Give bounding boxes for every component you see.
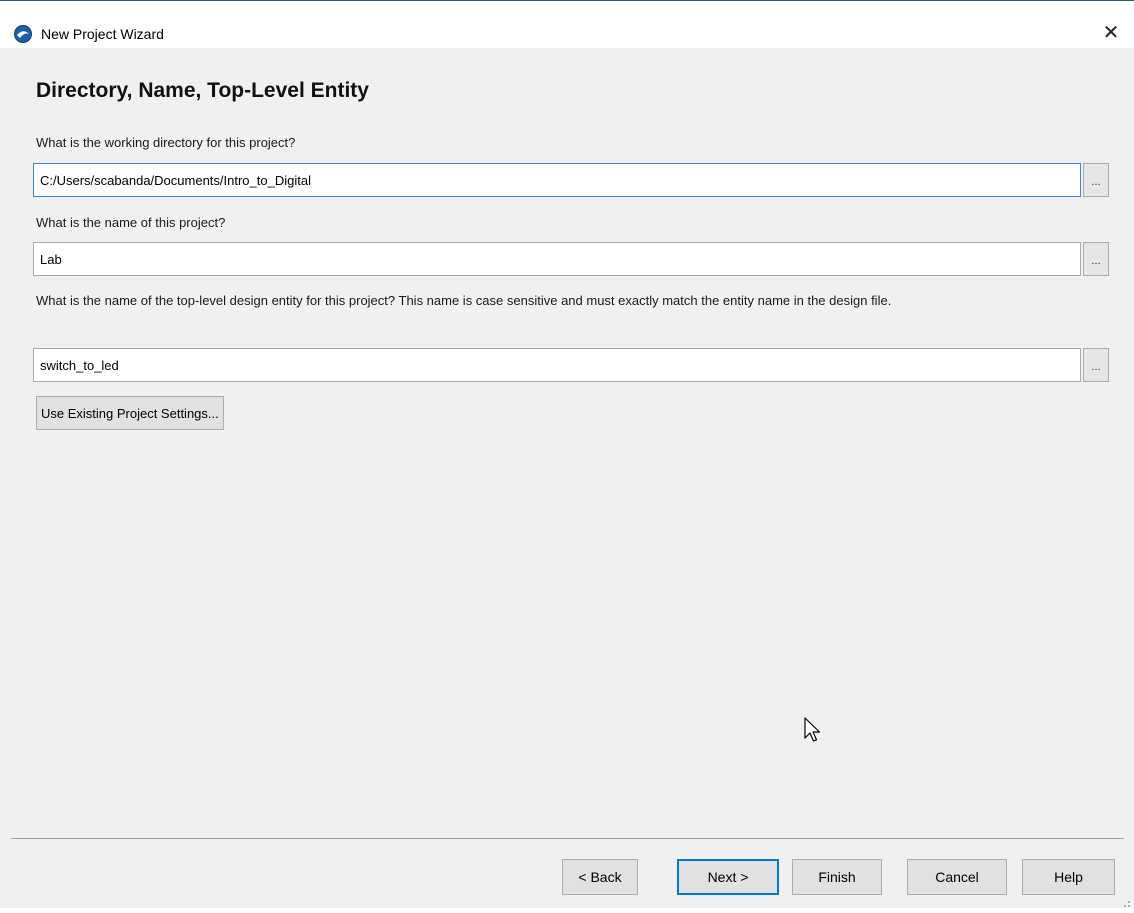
title-bar: New Project Wizard ✕ bbox=[0, 1, 1134, 48]
mouse-cursor-icon bbox=[804, 717, 822, 745]
close-button[interactable]: ✕ bbox=[1088, 15, 1134, 49]
close-icon: ✕ bbox=[1102, 21, 1120, 44]
top-level-entity-input[interactable] bbox=[33, 348, 1081, 382]
back-button[interactable]: < Back bbox=[562, 859, 638, 895]
project-name-browse-button[interactable]: ... bbox=[1083, 242, 1109, 276]
resize-grip-icon[interactable] bbox=[1121, 895, 1131, 907]
project-name-label: What is the name of this project? bbox=[36, 215, 226, 230]
finish-button[interactable]: Finish bbox=[792, 859, 882, 895]
cancel-button[interactable]: Cancel bbox=[907, 859, 1007, 895]
next-button[interactable]: Next > bbox=[677, 859, 779, 895]
top-level-entity-browse-button[interactable]: ... bbox=[1083, 348, 1109, 382]
top-level-entity-label: What is the name of the top-level design… bbox=[36, 293, 892, 308]
working-directory-input[interactable] bbox=[33, 163, 1081, 197]
new-project-wizard-window: New Project Wizard ✕ Directory, Name, To… bbox=[0, 0, 1134, 908]
working-directory-label: What is the working directory for this p… bbox=[36, 135, 296, 150]
project-name-input[interactable] bbox=[33, 242, 1081, 276]
footer-divider bbox=[11, 838, 1124, 839]
window-title: New Project Wizard bbox=[41, 26, 164, 42]
wizard-content: Directory, Name, Top-Level Entity What i… bbox=[0, 48, 1134, 908]
use-existing-project-settings-button[interactable]: Use Existing Project Settings... bbox=[36, 396, 224, 430]
quartus-app-icon bbox=[14, 25, 32, 43]
working-directory-browse-button[interactable]: ... bbox=[1083, 163, 1109, 197]
help-button[interactable]: Help bbox=[1022, 859, 1115, 895]
page-title: Directory, Name, Top-Level Entity bbox=[36, 79, 369, 102]
